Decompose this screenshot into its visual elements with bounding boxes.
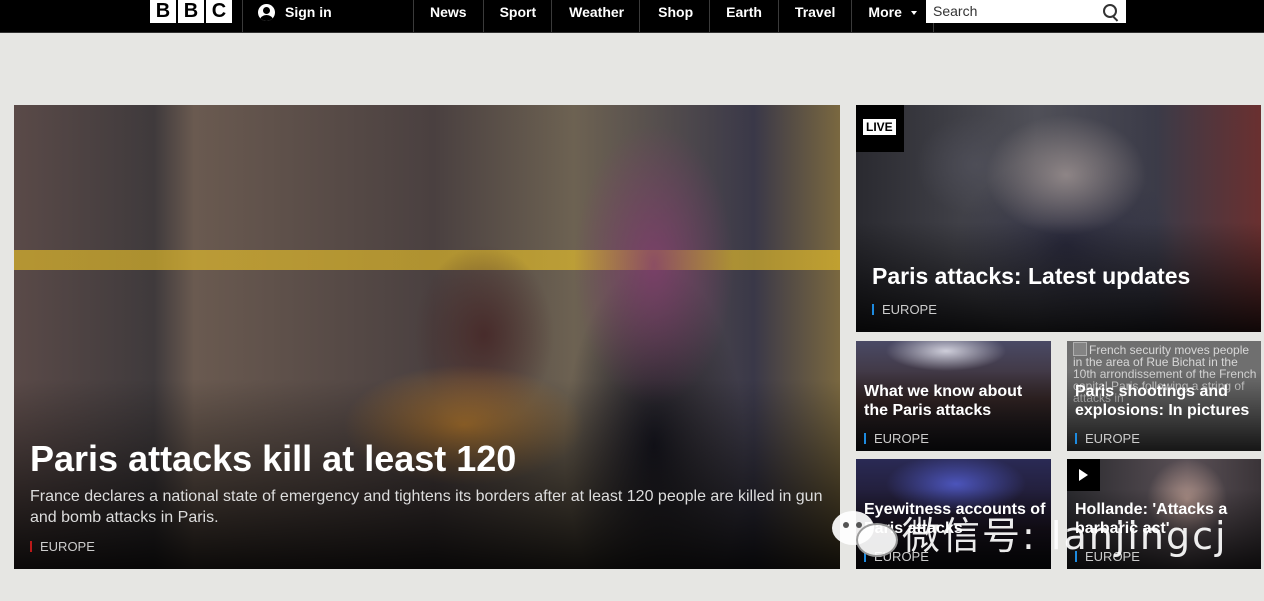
story-headline[interactable]: Paris shootings and explosions: In pictu… [1075, 382, 1260, 420]
section-tag[interactable]: EUROPE [872, 302, 937, 317]
wechat-watermark: 微信号: lanjingcj [832, 507, 1228, 558]
main-nav: News Sport Weather Shop Earth Travel Mor… [413, 0, 934, 32]
section-tag[interactable]: EUROPE [864, 431, 929, 446]
nav-item-weather[interactable]: Weather [551, 0, 639, 32]
story-card[interactable]: What we know about the Paris attacks EUR… [856, 341, 1051, 451]
nav-label: Shop [658, 4, 694, 20]
bbc-logo[interactable]: B B C [150, 0, 232, 24]
wechat-icon [832, 507, 898, 557]
main-story[interactable]: Paris attacks kill at least 120 France d… [14, 105, 840, 569]
tag-marker [30, 541, 32, 552]
nav-label: Sport [499, 4, 537, 20]
logo-letter: C [206, 0, 232, 23]
live-label: LIVE [863, 119, 896, 135]
search-input[interactable] [926, 0, 1093, 21]
story-headline[interactable]: What we know about the Paris attacks [864, 382, 1049, 420]
section-tag[interactable]: EUROPE [30, 539, 95, 554]
nav-item-earth[interactable]: Earth [709, 0, 778, 32]
nav-item-sport[interactable]: Sport [482, 0, 552, 32]
story-card[interactable]: French security moves people in the area… [1067, 341, 1261, 451]
logo-letter: B [150, 0, 176, 23]
logo-letter: B [178, 0, 204, 23]
main-summary: France declares a national state of emer… [30, 488, 823, 526]
nav-label: Earth [726, 4, 762, 20]
chevron-down-icon [910, 11, 917, 15]
main-headline[interactable]: Paris attacks kill at least 120 [30, 438, 516, 480]
tag-marker [1075, 433, 1077, 444]
tag-label: EUROPE [40, 539, 95, 554]
nav-label: Weather [569, 4, 625, 20]
tag-label: EUROPE [1085, 431, 1140, 446]
live-story[interactable]: LIVE Paris attacks: Latest updates EUROP… [856, 105, 1261, 332]
tag-label: EUROPE [874, 431, 929, 446]
sign-in-label: Sign in [285, 4, 332, 20]
section-tag[interactable]: EUROPE [1075, 431, 1140, 446]
divider [242, 0, 243, 32]
tag-marker [864, 433, 866, 444]
top-navigation-bar: B B C Sign in News Sport Weather Shop Ea… [0, 0, 1264, 33]
tag-marker [872, 304, 874, 315]
nav-label: Travel [794, 4, 836, 20]
search-box [926, 0, 1126, 23]
nav-label: More [868, 4, 902, 20]
user-icon [258, 3, 275, 21]
nav-item-more[interactable]: More [851, 0, 934, 32]
play-icon[interactable] [1067, 459, 1100, 491]
nav-item-news[interactable]: News [413, 0, 483, 32]
live-headline[interactable]: Paris attacks: Latest updates [872, 263, 1190, 290]
nav-item-shop[interactable]: Shop [639, 0, 709, 32]
watermark-text: 微信号: lanjingcj [902, 513, 1228, 558]
sign-in-link[interactable]: Sign in [258, 0, 332, 24]
nav-item-travel[interactable]: Travel [777, 0, 851, 32]
live-badge: LIVE [856, 105, 904, 152]
tag-label: EUROPE [882, 302, 937, 317]
nav-label: News [430, 4, 467, 20]
search-icon[interactable] [1103, 4, 1117, 18]
